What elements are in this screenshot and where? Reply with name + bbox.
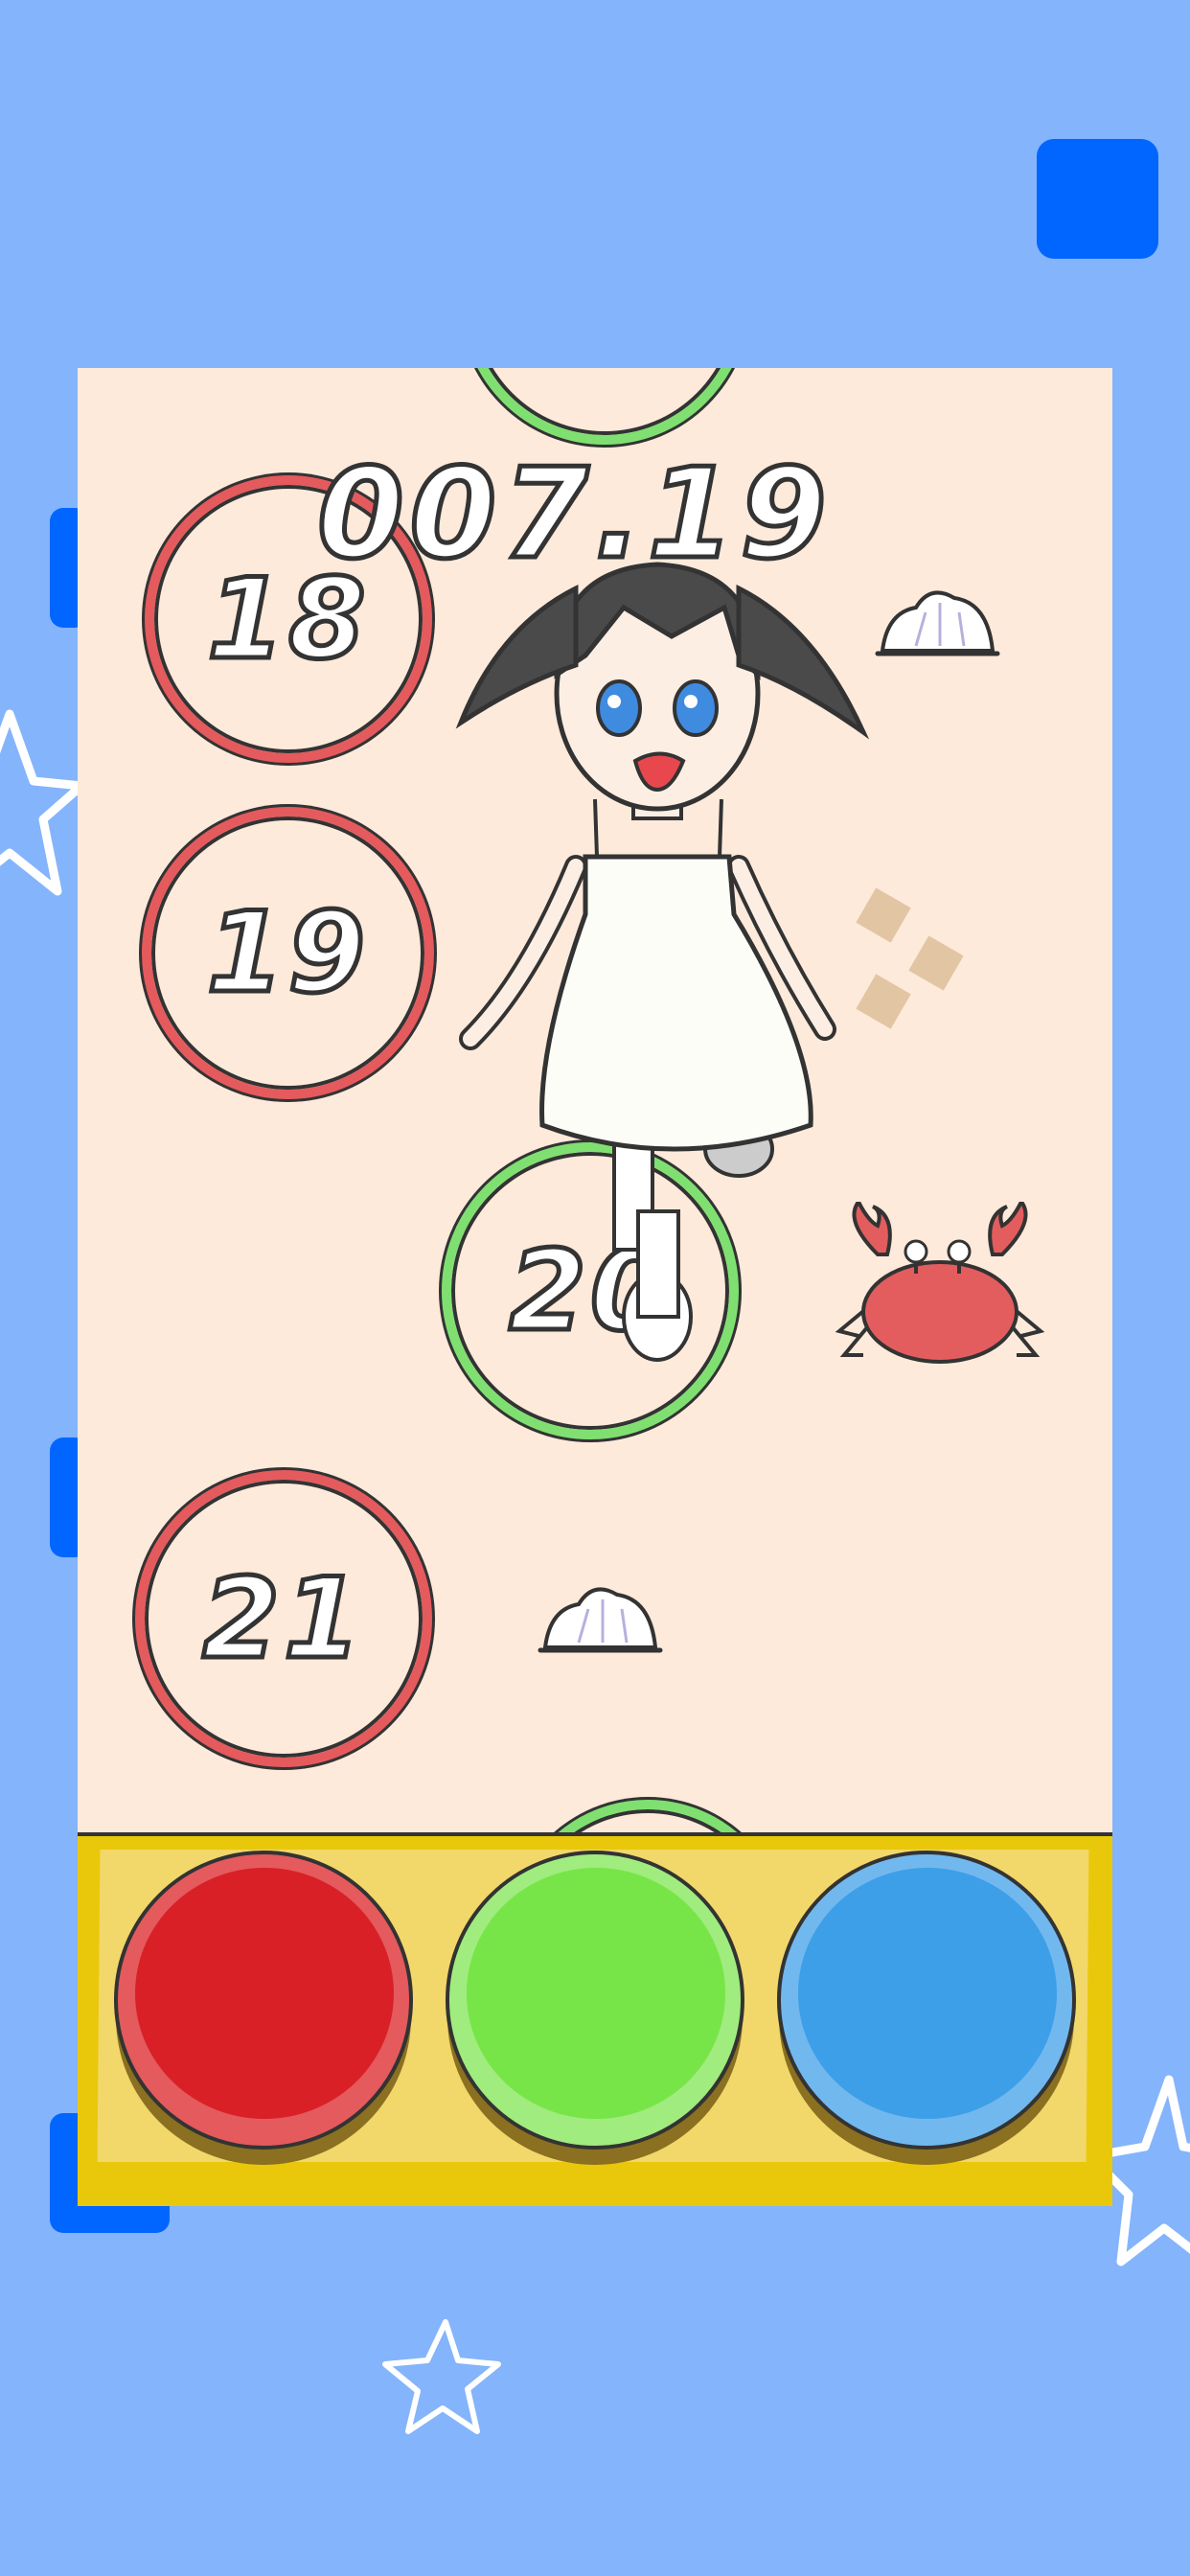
character-sprite [455, 562, 870, 1362]
tile-partial [461, 368, 748, 445]
green-button-face [467, 1868, 725, 2119]
star-icon [382, 2319, 501, 2434]
tile-number: 21 [200, 1552, 365, 1686]
blue-button[interactable] [777, 1851, 1076, 2150]
green-button[interactable] [446, 1851, 744, 2150]
game-board: 18 19 20 21 [78, 368, 1112, 1832]
star-icon [0, 709, 86, 896]
tile-21: 21 [135, 1470, 432, 1767]
seashell-icon [875, 590, 1000, 656]
pause-button[interactable] [1037, 139, 1158, 259]
tile-partial [509, 1800, 787, 1832]
star-icon [1102, 2075, 1190, 2266]
seashell-icon [538, 1587, 663, 1653]
tile-number: 19 [204, 886, 370, 1021]
red-button[interactable] [114, 1851, 413, 2150]
red-button-face [135, 1868, 394, 2119]
timer-display: 007.19 [315, 439, 833, 589]
blue-button-face [798, 1868, 1057, 2119]
button-tray [78, 1832, 1112, 2206]
